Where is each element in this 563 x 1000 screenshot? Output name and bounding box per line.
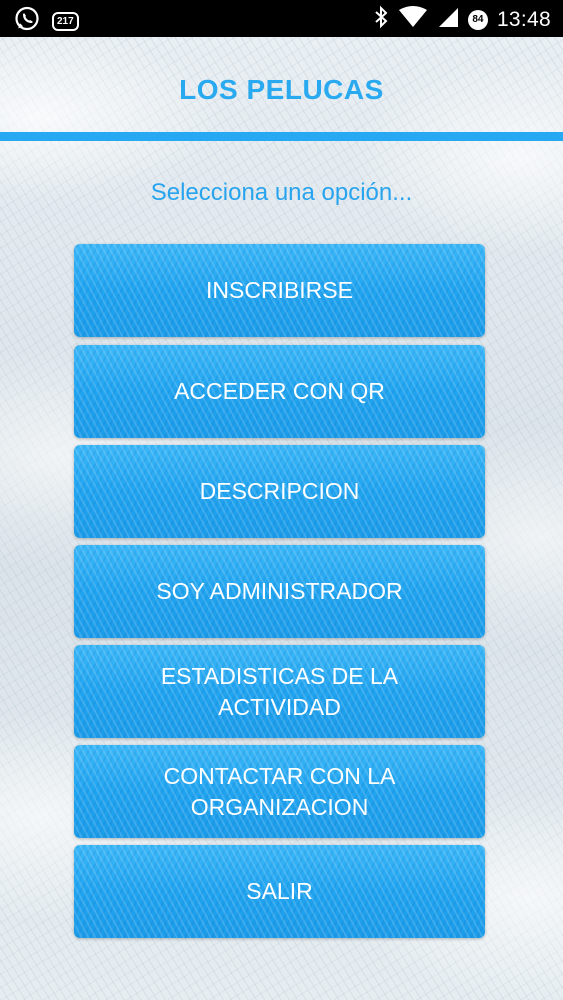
page-title: LOS PELUCAS: [179, 74, 384, 105]
battery-icon: 84: [467, 9, 488, 30]
instruction-text: Selecciona una opción...: [150, 179, 413, 206]
access-with-qr-button[interactable]: ACCEDER CON QR: [74, 345, 485, 438]
notification-badge-icon: 217: [52, 12, 79, 31]
clock: 13:48: [496, 7, 551, 31]
administrator-button[interactable]: SOY ADMINISTRADOR: [74, 545, 485, 638]
wifi-icon: [398, 6, 428, 33]
description-button[interactable]: DESCRIPCION: [74, 445, 485, 538]
status-bar: 217 84 13:48: [0, 0, 563, 37]
exit-button[interactable]: SALIR: [74, 845, 485, 938]
signal-icon: [437, 6, 459, 33]
activity-statistics-button[interactable]: ESTADISTICAS DE LA ACTIVIDAD: [74, 645, 485, 738]
contact-organization-button[interactable]: CONTACTAR CON LA ORGANIZACION: [74, 745, 485, 838]
whatsapp-icon: [14, 6, 40, 37]
register-button[interactable]: INSCRIBIRSE: [74, 244, 485, 337]
bluetooth-icon: [373, 5, 389, 34]
title-divider: [0, 132, 563, 141]
